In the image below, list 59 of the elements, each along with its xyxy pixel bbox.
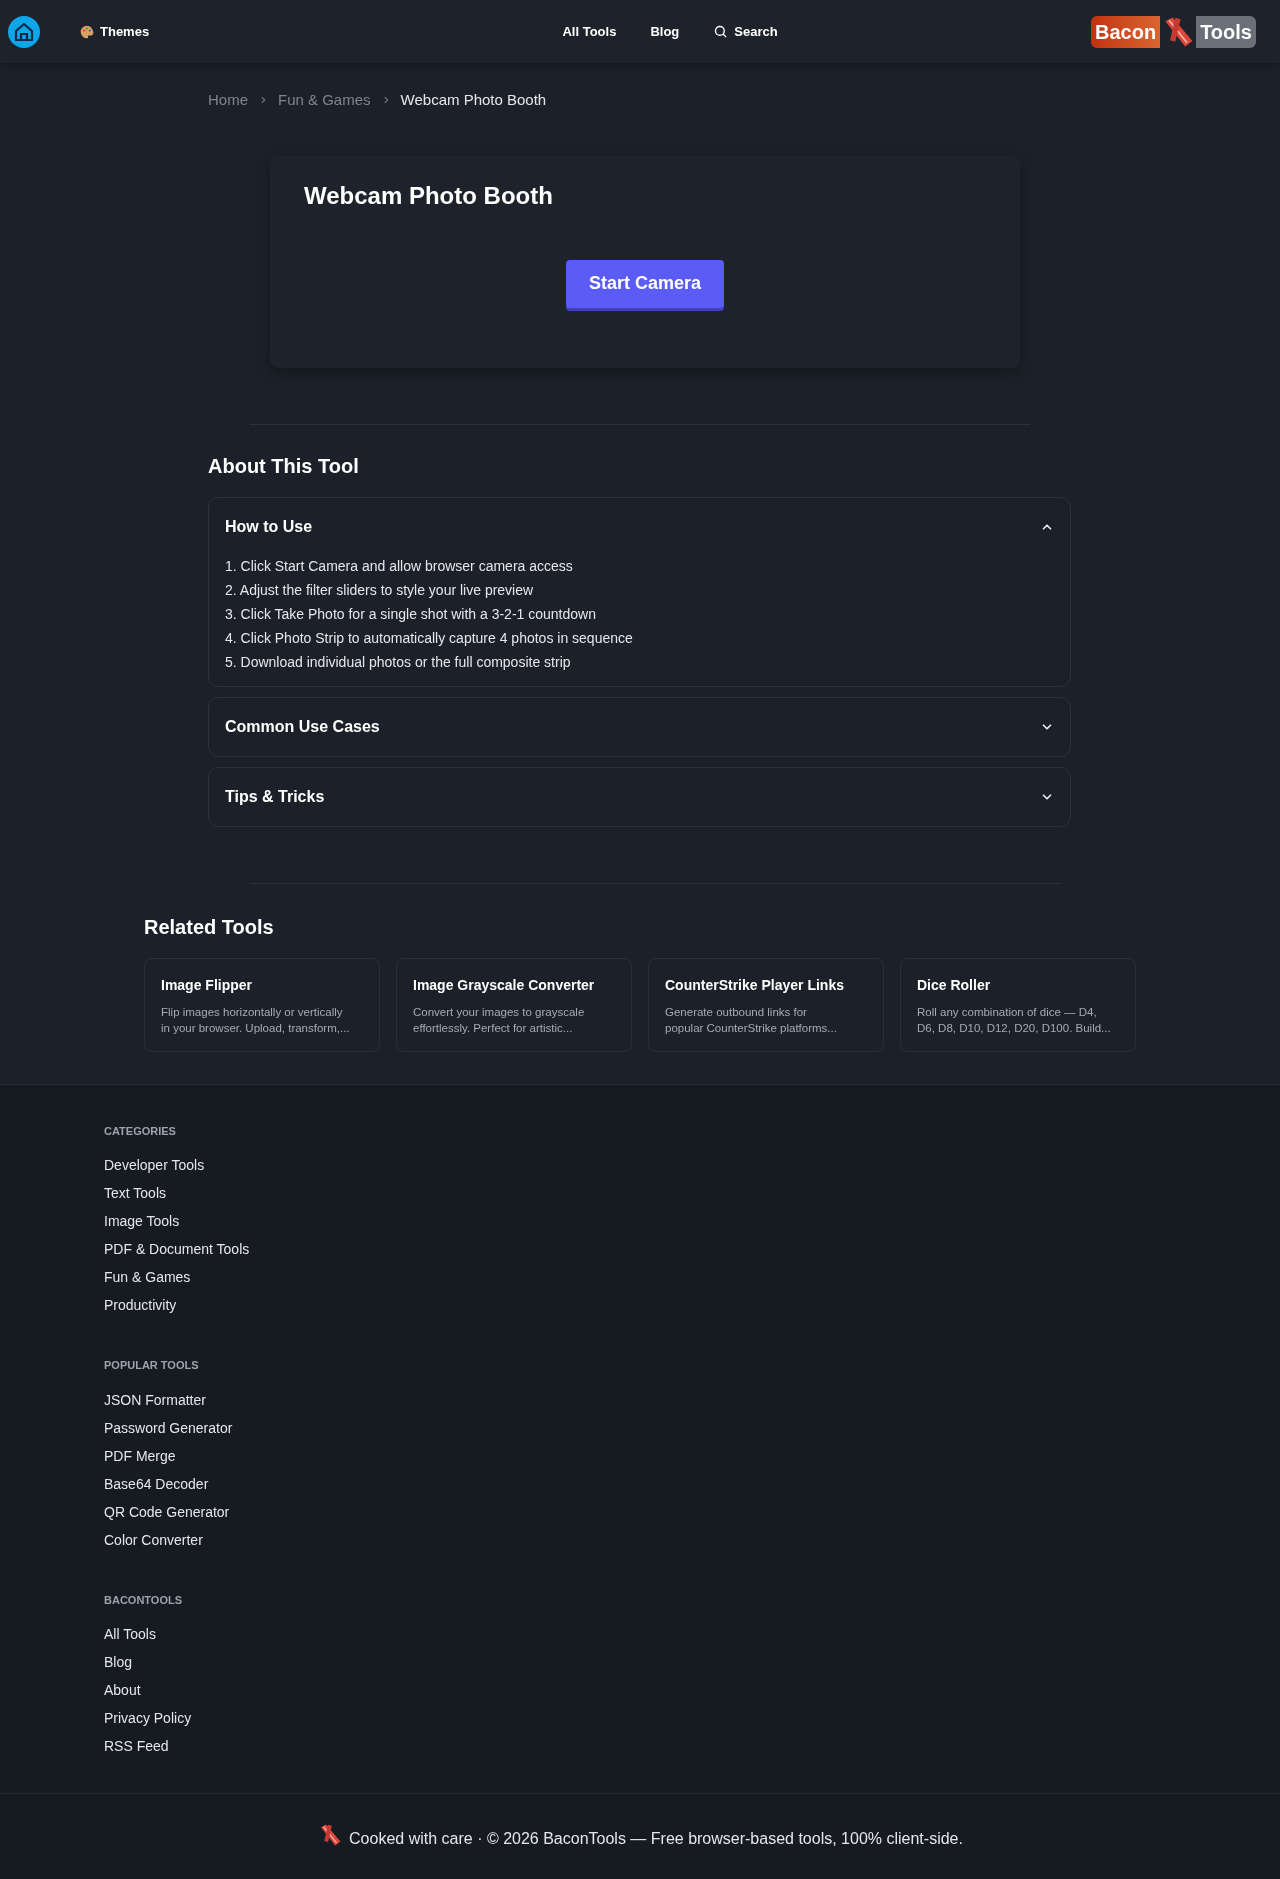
footer-link[interactable]: Text Tools xyxy=(104,1183,166,1203)
nav-link[interactable]: Blog xyxy=(650,21,680,42)
tool-card[interactable]: CounterStrike Player Links Generate outbound links for popular CounterStrike platforms... xyxy=(648,957,884,1052)
footer-link[interactable]: Password Generator xyxy=(104,1417,233,1438)
accordion-header[interactable]: Tips & Tricks xyxy=(209,767,1070,826)
footer-link[interactable]: PDF & Document Tools xyxy=(104,1239,250,1259)
tool-card[interactable]: Image Grayscale Converter Convert your images to grayscale effortlessly. Perfect for artistic... xyxy=(396,957,632,1052)
breadcrumb-link[interactable]: Fun & Games xyxy=(278,89,371,112)
instruction-text: 3. Click Take Photo for a single shot with a 3-2-1 countdown xyxy=(225,604,597,624)
accordion-header[interactable]: How to Use xyxy=(209,497,1070,556)
tool-name: Image Grayscale Converter xyxy=(413,975,596,995)
current-page-title: Webcam Photo Booth xyxy=(400,90,547,110)
footer-link[interactable]: Productivity xyxy=(104,1295,177,1315)
footer-link[interactable]: Image Tools xyxy=(104,1211,180,1231)
logo[interactable]: Bacon Tools xyxy=(1091,12,1256,51)
tool-description: Convert your images to grayscale effortlessly. Perfect for artistic... xyxy=(413,1004,586,1036)
chevron-right-icon xyxy=(258,95,268,106)
footer-link[interactable]: Base64 Decoder xyxy=(104,1473,209,1494)
palette-icon xyxy=(80,24,94,39)
footer-link[interactable]: QR Code Generator xyxy=(104,1501,230,1522)
tool-name: CounterStrike Player Links xyxy=(665,975,845,995)
footer-link[interactable]: About xyxy=(104,1680,141,1700)
copyright-text: Cooked with care · © 2026 BaconTools — Free browser-based tools, 100% client-side. xyxy=(349,1828,963,1849)
search-button[interactable]: Search xyxy=(713,21,778,42)
start-camera-button[interactable]: Start Camera xyxy=(566,259,724,308)
logo-text: Bacon xyxy=(1091,15,1161,48)
instruction-text: 5. Download individual photos or the full composite strip xyxy=(225,652,572,672)
tool-card[interactable]: Image Flipper Flip images horizontally or vertically in your browser. Upload, transform,... xyxy=(144,957,380,1052)
tool-description: Roll any combination of dice — D4, D6, D8, D10, D12, D20, D100. Build... xyxy=(917,1004,1112,1036)
search-icon xyxy=(713,24,729,39)
instruction-text: 1. Click Start Camera and allow browser camera access xyxy=(225,556,574,576)
tool-card[interactable]: Dice Roller Roll any combination of dice — D4, D6, D8, D10, D12, D20, D100. Build... xyxy=(900,957,1136,1052)
footer-heading: BACONTOOLS xyxy=(104,1592,184,1608)
tool-description: Generate outbound links for popular CounterStrike platforms... xyxy=(665,1004,838,1036)
footer-heading: POPULAR TOOLS xyxy=(104,1358,200,1373)
instruction-text: 4. Click Photo Strip to automatically capture 4 photos in sequence xyxy=(225,628,634,648)
section-heading: About This Tool xyxy=(208,453,360,479)
section-heading: Related Tools xyxy=(144,914,275,940)
home-icon[interactable] xyxy=(8,15,40,48)
footer-link[interactable]: Fun & Games xyxy=(104,1267,191,1287)
logo-text: Tools xyxy=(1196,15,1256,48)
themes-button[interactable]: Themes xyxy=(80,21,150,42)
footer-link[interactable]: JSON Formatter xyxy=(104,1389,206,1410)
footer-link[interactable]: Color Converter xyxy=(104,1529,203,1550)
footer-heading: CATEGORIES xyxy=(104,1123,177,1139)
footer-link[interactable]: Developer Tools xyxy=(104,1155,205,1175)
instruction-text: 2. Adjust the filter sliders to style your live preview xyxy=(225,580,535,600)
nav-link[interactable]: All Tools xyxy=(562,21,617,42)
accordion-header[interactable]: Common Use Cases xyxy=(209,697,1070,756)
tool-name: Dice Roller xyxy=(917,975,992,995)
breadcrumb-link[interactable]: Home xyxy=(208,89,248,112)
footer-link[interactable]: PDF Merge xyxy=(104,1445,176,1466)
tool-title: Webcam Photo Booth xyxy=(304,180,554,211)
footer-link[interactable]: RSS Feed xyxy=(104,1736,169,1756)
footer-link[interactable]: Privacy Policy xyxy=(104,1708,192,1728)
tool-name: Image Flipper xyxy=(161,975,254,995)
footer-link[interactable]: All Tools xyxy=(104,1624,156,1644)
tool-description: Flip images horizontally or vertically in your browser. Upload, transform,... xyxy=(161,1004,351,1036)
footer-link[interactable]: Blog xyxy=(104,1652,133,1672)
